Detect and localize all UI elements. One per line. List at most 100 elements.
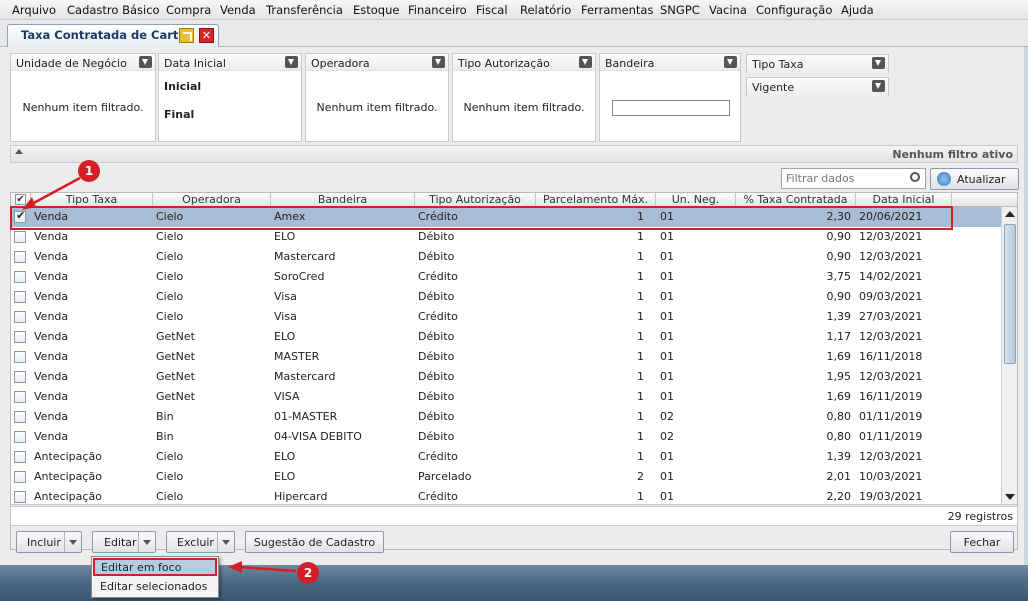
filter-icon[interactable] — [432, 56, 445, 68]
row-checkbox[interactable] — [14, 209, 26, 223]
col-tipo-autorizacao[interactable]: Tipo Autorização — [415, 193, 536, 207]
table-row[interactable]: Antecipação Cielo ELO Crédito 1 01 1,39 12/03/2… — [11, 447, 1001, 467]
table-row[interactable]: Venda Cielo ELO Débito 1 01 0,90 12/03/2021 — [11, 227, 1001, 247]
menu-item-editar-selecionados[interactable]: Editar selecionados — [93, 578, 217, 596]
menu-vacina[interactable]: Vacina — [709, 3, 747, 17]
menu-ajuda[interactable]: Ajuda — [841, 3, 874, 17]
table-row[interactable]: Venda GetNet MASTER Débito 1 01 1,69 16/11/2018 — [11, 347, 1001, 367]
menu-arquivo[interactable]: Arquivo — [12, 3, 56, 17]
menu-sngpc[interactable]: SNGPC — [660, 3, 700, 17]
scroll-up-icon[interactable] — [1005, 211, 1015, 217]
menu-cadastro-basico[interactable]: Cadastro Básico — [67, 3, 160, 17]
row-checkbox[interactable] — [14, 471, 26, 483]
table-row[interactable]: Venda GetNet VISA Débito 1 01 1,69 16/11/2019 — [11, 387, 1001, 407]
row-checkbox[interactable] — [14, 451, 26, 463]
filter-status-bar[interactable]: Nenhum filtro ativo — [10, 145, 1018, 163]
chevron-down-icon[interactable] — [138, 532, 155, 552]
cell-operadora: Bin — [156, 410, 174, 423]
table-row[interactable]: Venda Cielo Visa Débito 1 01 0,90 09/03/2021 — [11, 287, 1001, 307]
menu-relatorio[interactable]: Relatório — [520, 3, 571, 17]
close-icon[interactable]: ✕ — [199, 28, 214, 43]
chevron-down-icon[interactable] — [217, 532, 234, 552]
menu-estoque[interactable]: Estoque — [353, 3, 399, 17]
checkbox-icon[interactable]: ✔ — [15, 194, 26, 205]
row-checkbox[interactable] — [14, 351, 26, 363]
table-row[interactable]: Venda Cielo Visa Crédito 1 01 1,39 27/03/2021 — [11, 307, 1001, 327]
filter-icon[interactable] — [579, 56, 592, 68]
col-un-neg[interactable]: Un. Neg. — [656, 193, 736, 207]
filter-tipo-autorizacao[interactable]: Tipo Autorização Nenhum item filtrado. — [452, 53, 596, 142]
cell-un-neg: 01 — [660, 370, 674, 383]
row-checkbox[interactable] — [14, 231, 26, 243]
chevron-down-icon[interactable] — [64, 532, 81, 552]
filter-unidade-negocio[interactable]: Unidade de Negócio Nenhum item filtrado. — [10, 53, 156, 142]
cell-tipo-autorizacao: Crédito — [418, 210, 458, 223]
table-row[interactable]: Venda Cielo Mastercard Débito 1 01 0,90 12/03/2… — [11, 247, 1001, 267]
search-icon[interactable] — [910, 172, 920, 182]
editar-button[interactable]: Editar — [92, 531, 156, 553]
menu-item-editar-em-foco[interactable]: Editar em foco — [93, 558, 217, 576]
row-checkbox[interactable] — [14, 311, 26, 323]
fechar-button[interactable]: Fechar — [950, 531, 1014, 553]
table-row[interactable]: Venda GetNet Mastercard Débito 1 01 1,95 12/03/… — [11, 367, 1001, 387]
col-data-inicial[interactable]: Data Inicial — [856, 193, 952, 207]
table-row[interactable]: Venda Bin 04-VISA DEBITO Débito 1 02 0,80 01/11… — [11, 427, 1001, 447]
excluir-button[interactable]: Excluir — [166, 531, 235, 553]
header-select-all[interactable]: ✔ — [11, 193, 31, 207]
filter-tipo-taxa[interactable]: Tipo Taxa — [746, 54, 889, 73]
table-row[interactable]: Venda Cielo Amex Crédito 1 01 2,30 20/06/2021 — [11, 207, 1001, 227]
data-grid: ✔ Tipo Taxa Operadora Bandeira Tipo Auto… — [10, 192, 1018, 550]
col-bandeira[interactable]: Bandeira — [271, 193, 415, 207]
menu-configuracao[interactable]: Configuração — [756, 3, 832, 17]
bandeira-input[interactable] — [612, 100, 730, 116]
menu-compra[interactable]: Compra — [166, 3, 211, 17]
row-checkbox[interactable] — [14, 271, 26, 283]
vertical-scrollbar[interactable] — [1001, 207, 1017, 504]
table-row[interactable]: Antecipação Cielo ELO Parcelado 2 01 2,01 10/03… — [11, 467, 1001, 487]
col-parcelamento[interactable]: Parcelamento Máx. — [536, 193, 656, 207]
row-checkbox[interactable] — [14, 411, 26, 423]
filter-vigente[interactable]: Vigente — [746, 77, 889, 96]
filter-bandeira[interactable]: Bandeira — [599, 53, 741, 142]
filter-operadora[interactable]: Operadora Nenhum item filtrado. — [305, 53, 449, 142]
row-checkbox[interactable] — [14, 331, 26, 343]
row-checkbox[interactable] — [14, 491, 26, 503]
filter-icon[interactable] — [285, 56, 298, 68]
sugestao-cadastro-button[interactable]: Sugestão de Cadastro — [245, 531, 384, 553]
cell-parcelamento: 1 — [637, 290, 644, 303]
maximize-icon[interactable] — [179, 28, 194, 43]
row-checkbox[interactable] — [14, 251, 26, 263]
col-taxa[interactable]: % Taxa Contratada — [736, 193, 856, 207]
search-box[interactable] — [781, 168, 926, 189]
row-checkbox[interactable] — [14, 431, 26, 443]
filter-icon[interactable] — [872, 80, 885, 92]
menu-financeiro[interactable]: Financeiro — [408, 3, 467, 17]
filter-icon[interactable] — [872, 57, 885, 69]
filter-icon[interactable] — [139, 56, 152, 68]
table-row[interactable]: Venda Bin 01-MASTER Débito 1 02 0,80 01/11/2019 — [11, 407, 1001, 427]
scroll-down-icon[interactable] — [1005, 494, 1015, 500]
incluir-button[interactable]: Incluir — [16, 531, 82, 553]
cell-operadora: Cielo — [156, 490, 184, 503]
menu-fiscal[interactable]: Fiscal — [476, 3, 508, 17]
menu-transferencia[interactable]: Transferência — [266, 3, 343, 17]
cell-taxa: 2,01 — [826, 470, 852, 483]
row-checkbox[interactable] — [14, 371, 26, 383]
refresh-button[interactable]: Atualizar — [930, 168, 1019, 190]
chevron-up-icon[interactable] — [15, 149, 23, 154]
filter-data-inicial[interactable]: Data Inicial Inicial Final — [158, 53, 302, 142]
cell-operadora: GetNet — [156, 350, 195, 363]
menu-ferramentas[interactable]: Ferramentas — [581, 3, 653, 17]
scroll-thumb[interactable] — [1004, 224, 1016, 364]
col-operadora[interactable]: Operadora — [153, 193, 271, 207]
table-row[interactable]: Venda GetNet ELO Débito 1 01 1,17 12/03/2021 — [11, 327, 1001, 347]
row-checkbox[interactable] — [14, 391, 26, 403]
cell-tipo-autorizacao: Crédito — [418, 310, 458, 323]
table-row[interactable]: Venda Cielo SoroCred Crédito 1 01 3,75 14/02/20… — [11, 267, 1001, 287]
tab-taxa-contratada[interactable]: Taxa Contratada de Cartão ✕ — [7, 24, 219, 47]
filter-icon[interactable] — [724, 56, 737, 68]
menu-venda[interactable]: Venda — [220, 3, 256, 17]
search-input[interactable] — [784, 171, 904, 186]
row-checkbox[interactable] — [14, 291, 26, 303]
col-tipo-taxa[interactable]: Tipo Taxa — [31, 193, 153, 207]
